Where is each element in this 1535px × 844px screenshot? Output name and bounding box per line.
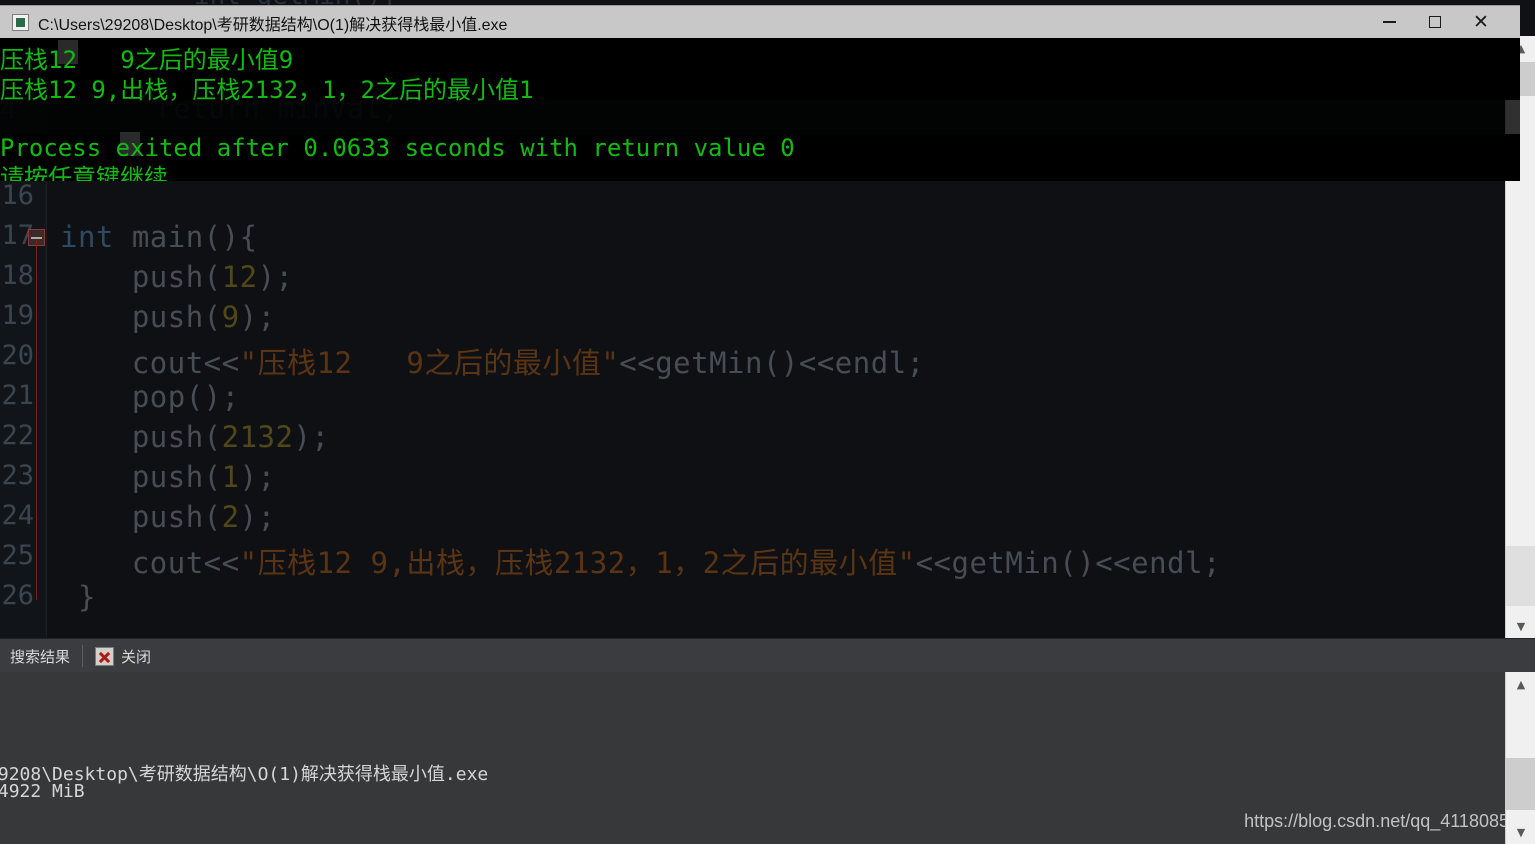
code-token: push( [60,420,222,454]
code-token: push( [60,460,222,494]
line-number: 16 [1,180,34,211]
code-token: <<getMin()<<endl; [619,346,925,380]
code-line[interactable]: cout<<"压栈12 9,出栈，压栈2132，1，2之后的最小值"<<getM… [60,540,1221,582]
code-token: ); [293,420,330,454]
console-output-line: 压栈12 9,出栈，压栈2132，1，2之后的最小值1 [0,76,534,104]
line-number: 22 [1,420,34,451]
panel-scroll-thumb[interactable] [1506,758,1535,810]
code-token: 9 [221,300,240,334]
code-line[interactable]: } [60,580,96,614]
code-line[interactable]: push(1); [60,460,276,494]
bottom-panel: 搜索结果 关闭 Users\29208\Desktop\考研数据结构\O(1)解… [0,638,1535,844]
code-token: ); [239,460,276,494]
console-title-text: C:\Users\29208\Desktop\考研数据结构\O(1)解决获得栈最… [38,16,508,34]
console-output[interactable]: 压栈12 9之后的最小值9 压栈12 9,出栈，压栈2132，1，2之后的最小值1… [0,38,1520,181]
code-token: "压栈12 9之后的最小值" [239,346,620,380]
line-number: 24 [1,500,34,531]
code-line[interactable]: pop(); [60,380,240,414]
tab-search-results[interactable]: 搜索结果 [0,640,80,672]
code-token: ); [257,260,294,294]
tab-separator [82,645,84,667]
code-token: push( [60,260,222,294]
code-token: 12 [221,260,258,294]
close-tab-label: 关闭 [121,648,152,666]
line-number: 23 [1,460,34,491]
minimize-button[interactable] [1366,6,1412,38]
code-token: 2132 [221,420,294,454]
watermark-text: https://blog.csdn.net/qq_41180856 [1244,811,1519,831]
panel-scroll-up-icon[interactable]: ▲ [1506,672,1535,696]
line-number: 19 [1,300,34,331]
code-token: main(){ [131,220,258,254]
line-number: 25 [1,540,34,571]
code-token: push( [60,300,222,334]
line-number: 18 [1,260,34,291]
window-controls[interactable]: ✕ [1366,6,1504,38]
code-token: 1 [221,460,240,494]
code-line[interactable]: push(2132); [60,420,329,454]
code-line[interactable]: cout<<"压栈12 9之后的最小值"<<getMin()<<endl; [60,340,925,382]
panel-scroll-down-icon[interactable]: ▼ [1506,820,1535,844]
line-number: 20 [1,340,34,371]
code-token: cout<< [60,346,240,380]
code-line[interactable]: push(2); [60,500,276,534]
console-window[interactable]: C:\Users\29208\Desktop\考研数据结构\O(1)解决获得栈最… [0,5,1520,181]
line-number: 21 [1,380,34,411]
code-token: 2 [221,500,240,534]
code-token: ); [239,300,276,334]
code-token: "压栈12 9,出栈，压栈2132，1，2之后的最小值" [239,546,916,580]
bottom-panel-tabbar[interactable]: 搜索结果 关闭 [0,638,1535,674]
code-fold-guide [36,240,37,600]
scroll-down-icon[interactable]: ▼ [1506,614,1535,638]
code-token: } [60,580,96,614]
panel-output-line: 19696044922 MiB [0,781,85,802]
code-line[interactable]: int main(){ [60,220,258,254]
close-tab-button[interactable]: 关闭 [85,640,161,672]
code-token: int [60,220,132,254]
maximize-button[interactable] [1412,6,1458,38]
code-token: pop(); [60,380,240,414]
console-titlebar[interactable]: C:\Users\29208\Desktop\考研数据结构\O(1)解决获得栈最… [0,5,1520,39]
console-output-line: 请按任意键继续. . . [0,164,241,181]
code-token: cout<< [60,546,240,580]
application-window: int getMin(){ 1617181920212223242526 int… [0,0,1535,844]
line-number: 26 [1,580,34,611]
code-token: push( [60,500,222,534]
bottom-panel-scrollbar[interactable]: ▲ ▼ [1505,672,1535,844]
code-line[interactable]: push(12); [60,260,293,294]
close-tab-icon [95,646,115,666]
tab-search-results-label: 搜索结果 [10,648,71,666]
code-token: <<getMin()<<endl; [915,546,1221,580]
close-button[interactable]: ✕ [1458,6,1504,38]
code-token: ); [239,500,276,534]
console-app-icon [12,14,29,31]
editor-scroll-thumb-2[interactable] [1506,546,1535,606]
code-line[interactable]: push(9); [60,300,276,334]
